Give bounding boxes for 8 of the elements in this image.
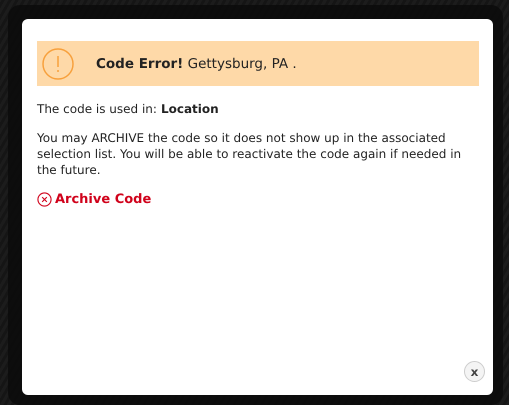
archive-link[interactable]: Archive Code [37, 192, 152, 207]
usage-value: Location [160, 102, 219, 116]
close-circle-icon [37, 192, 52, 207]
usage-label: The code is used in: [37, 102, 157, 116]
explanation-text: You may ARCHIVE the code so it does not show up in the associated selection list. You will be able to reactivate the code again if needed in the future. [37, 130, 462, 178]
close-button[interactable]: x [464, 361, 485, 382]
alert-message: Code Error! Gettysburg, PA . [96, 56, 297, 72]
exclamation-icon [42, 48, 74, 80]
